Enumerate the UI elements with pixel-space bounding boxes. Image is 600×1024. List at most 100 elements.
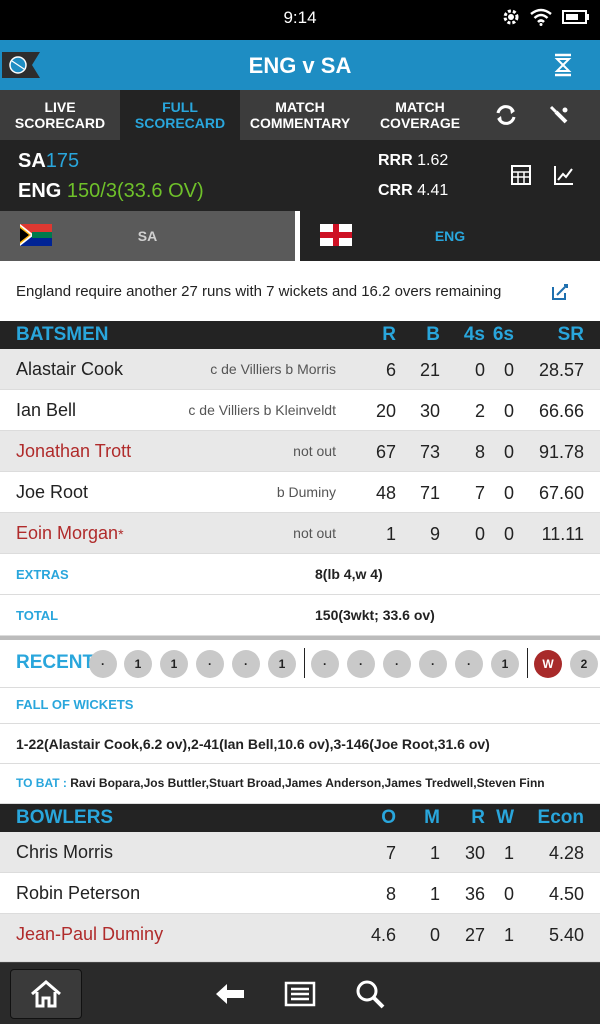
status-icons xyxy=(502,8,590,26)
batsman-row[interactable]: Ian Bell c de Villiers b Kleinveldt 20 3… xyxy=(0,390,600,431)
batsman-name: Alastair Cook xyxy=(16,359,124,379)
tab-match-commentary[interactable]: MATCH COMMENTARY xyxy=(240,90,360,140)
navigation-bar xyxy=(0,962,600,1024)
ball-indicator: · xyxy=(383,650,411,678)
back-arrow-icon xyxy=(216,984,244,1004)
dismissal: not out xyxy=(293,525,336,541)
team-tab-sa[interactable]: SA xyxy=(0,211,298,261)
batsman-name-text: Eoin Morgan xyxy=(16,523,119,543)
chart-icon[interactable] xyxy=(553,164,575,186)
economy: 4.50 xyxy=(548,884,584,904)
to-bat-label: TO BAT : xyxy=(16,776,67,790)
fours: 0 xyxy=(474,524,485,544)
runs: 67 xyxy=(375,442,396,462)
sixes: 0 xyxy=(503,401,514,421)
strike-rate: 66.66 xyxy=(538,401,584,421)
menu-icon xyxy=(284,981,316,1007)
col-w: W xyxy=(496,807,514,828)
fall-of-wickets-header: FALL OF WICKETS xyxy=(0,688,600,724)
to-bat-value: Ravi Bopara,Jos Buttler,Stuart Broad,Jam… xyxy=(70,776,545,790)
batsman-row[interactable]: Joe Root b Duminy 48 71 7 0 67.60 xyxy=(0,472,600,513)
tab-label-line1: LIVE xyxy=(44,99,76,115)
bowler-name: Jean-Paul Duminy xyxy=(16,924,164,944)
search-button[interactable] xyxy=(353,979,387,1009)
balls: 71 xyxy=(419,483,440,503)
batsman-name: Joe Root xyxy=(16,482,89,502)
recent-label: RECENT xyxy=(16,652,95,673)
extras-row: EXTRAS 8(lb 4,w 4) xyxy=(0,554,600,595)
runs: 48 xyxy=(375,483,396,503)
batsman-name: Ian Bell xyxy=(16,400,77,420)
tab-label-line2: COVERAGE xyxy=(379,115,461,131)
batsman-row[interactable]: Jonathan Trott not out 67 73 8 0 91.78 xyxy=(0,431,600,472)
fall-of-wickets-value: 1-22(Alastair Cook,6.2 ov),2-41(Ian Bell… xyxy=(16,736,490,752)
sixes: 0 xyxy=(503,524,514,544)
wickets: 1 xyxy=(503,925,514,945)
overs: 8 xyxy=(385,884,396,904)
bowler-name: Robin Peterson xyxy=(16,883,141,903)
calculator-icon[interactable] xyxy=(510,164,532,186)
runs: 36 xyxy=(464,884,485,904)
bowler-row[interactable]: Chris Morris 7 1 30 1 4.28 xyxy=(0,832,600,873)
recent-balls: RECENT · 1 1 · · 1 · · · · · 1 W 2 xyxy=(0,640,600,688)
ball-indicator: 2 xyxy=(570,650,598,678)
tab-label-line2: COMMENTARY xyxy=(249,115,351,131)
team2-name: ENG xyxy=(18,180,62,202)
sixes: 0 xyxy=(503,483,514,503)
main-tabs: LIVE SCORECARD FULL SCORECARD MATCH COMM… xyxy=(0,90,600,140)
tab-live-scorecard[interactable]: LIVE SCORECARD xyxy=(0,90,120,140)
fours: 0 xyxy=(474,360,485,380)
battery-icon xyxy=(562,10,589,24)
tab-match-coverage[interactable]: MATCH COVERAGE xyxy=(360,90,480,140)
tab-label-line1: MATCH xyxy=(395,99,445,115)
strike-rate: 67.60 xyxy=(538,483,584,503)
fours: 2 xyxy=(474,401,485,421)
col-r: R xyxy=(471,807,485,828)
match-status: England require another 27 runs with 7 w… xyxy=(0,263,600,321)
batsman-name: Jonathan Trott xyxy=(16,441,132,461)
page-title: ENG v SA xyxy=(248,53,352,78)
overs: 7 xyxy=(385,843,396,863)
dismissal: b Duminy xyxy=(276,484,336,500)
back-button[interactable] xyxy=(213,979,247,1009)
captain-mark: * xyxy=(118,526,124,542)
refresh-icon[interactable] xyxy=(493,102,519,128)
wickets: 0 xyxy=(503,884,514,904)
batsman-row[interactable]: Eoin Morgan* not out 1 9 0 0 11.11 xyxy=(0,513,600,554)
col-m: M xyxy=(424,807,440,828)
bowler-row[interactable]: Jean-Paul Duminy 4.6 0 27 1 5.40 xyxy=(0,914,600,962)
tab-label-line1: FULL xyxy=(162,99,198,115)
batsman-row[interactable]: Alastair Cook c de Villiers b Morris 6 2… xyxy=(0,349,600,390)
balls: 73 xyxy=(419,442,440,462)
fours: 7 xyxy=(474,483,485,503)
home-button[interactable] xyxy=(10,969,82,1019)
maidens: 0 xyxy=(429,925,440,945)
col-b: B xyxy=(426,324,440,345)
to-bat: TO BAT : Ravi Bopara,Jos Buttler,Stuart … xyxy=(16,776,545,790)
extras-value: 8(lb 4,w 4) xyxy=(315,566,383,582)
ball-indicator: 1 xyxy=(268,650,296,678)
overs: 4.6 xyxy=(370,925,396,945)
filter-icon[interactable] xyxy=(552,53,574,77)
runs: 27 xyxy=(464,925,485,945)
runs: 6 xyxy=(385,360,396,380)
tab-full-scorecard[interactable]: FULL SCORECARD xyxy=(120,90,240,140)
home-icon xyxy=(31,980,61,1008)
team-tab-label: ENG xyxy=(434,228,466,244)
maidens: 1 xyxy=(429,884,440,904)
fall-of-wickets-row: 1-22(Alastair Cook,6.2 ov),2-41(Ian Bell… xyxy=(0,724,600,764)
total-value: 150(3wkt; 33.6 ov) xyxy=(315,607,435,623)
team-tab-eng[interactable]: ENG xyxy=(300,211,600,261)
menu-button[interactable] xyxy=(283,979,317,1009)
runs: 30 xyxy=(464,843,485,863)
batsmen-header: BATSMEN R B 4s 6s SR xyxy=(0,321,600,349)
team-tab-label: SA xyxy=(137,228,158,244)
crr-label: CRR xyxy=(378,182,413,199)
over-separator xyxy=(304,648,305,678)
cricket-bat-icon[interactable] xyxy=(546,102,572,128)
share-icon[interactable] xyxy=(550,282,570,302)
team1-name: SA xyxy=(18,150,46,172)
required-run-rate: RRR 1.62 xyxy=(378,152,448,170)
bowler-name: Chris Morris xyxy=(16,842,113,862)
bowler-row[interactable]: Robin Peterson 8 1 36 0 4.50 xyxy=(0,873,600,914)
